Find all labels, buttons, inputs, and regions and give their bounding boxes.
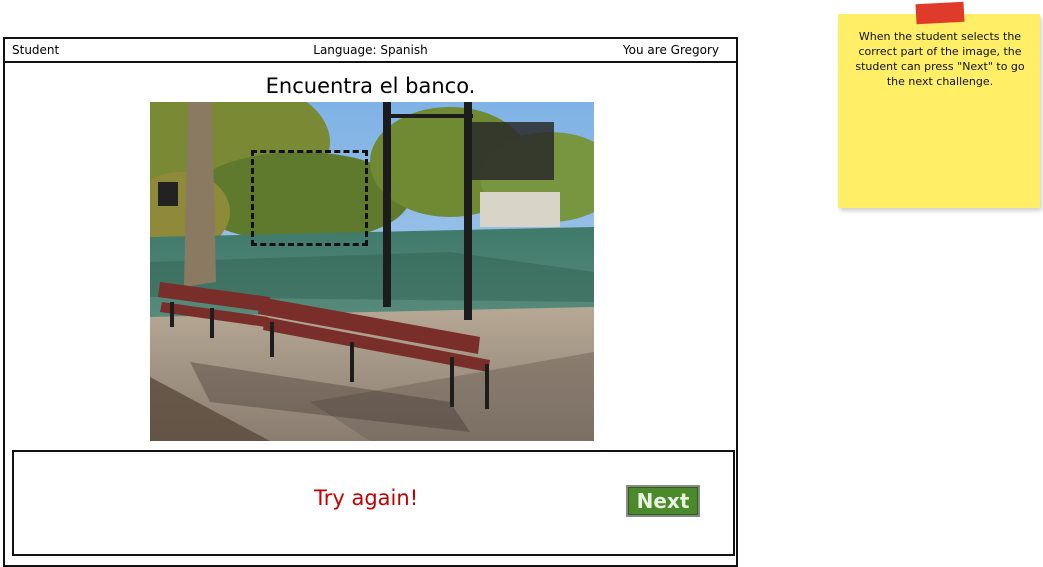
top-bar: Student Language: Spanish You are Gregor…	[5, 39, 736, 63]
app-window: Student Language: Spanish You are Gregor…	[3, 37, 738, 567]
annotation-sticky-note: When the student selects the correct par…	[838, 14, 1040, 208]
annotation-note-text: When the student selects the correct par…	[855, 30, 1025, 88]
feedback-panel: Try again! Next	[12, 450, 735, 556]
challenge-image[interactable]	[150, 102, 594, 441]
user-identity-label: You are Gregory	[622, 43, 719, 57]
feedback-message: Try again!	[314, 486, 419, 510]
park-bench-photo	[150, 102, 594, 441]
next-button[interactable]: Next	[626, 485, 700, 517]
selection-box[interactable]	[251, 150, 368, 246]
tape-icon	[915, 1, 965, 25]
challenge-prompt: Encuentra el banco.	[265, 74, 476, 98]
